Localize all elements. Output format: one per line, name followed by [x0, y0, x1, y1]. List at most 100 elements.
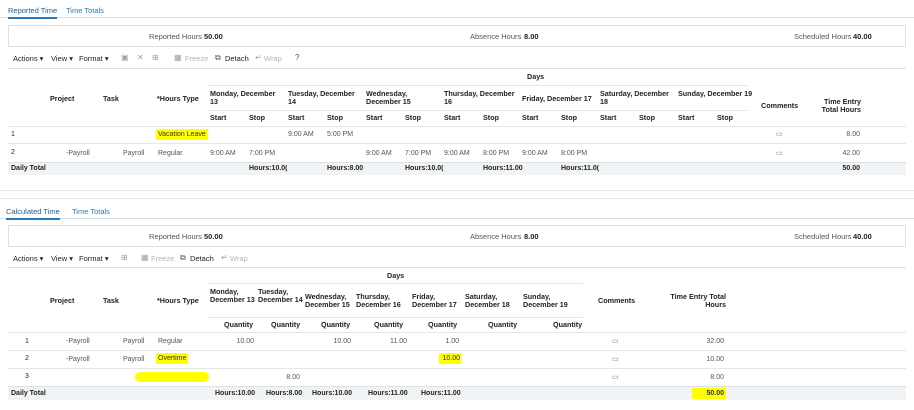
- task-cell[interactable]: Payroll: [123, 338, 144, 345]
- quantity-cell[interactable]: 11.00: [381, 338, 407, 345]
- time-cell[interactable]: 5:00 PM: [327, 131, 353, 138]
- top-toolbar: Actions ▾ View ▾ Format ▾ ▣ ✕ ⊞ ▦ Freeze…: [8, 52, 906, 66]
- comment-icon[interactable]: ▭: [612, 373, 619, 381]
- time-cell[interactable]: 7:00 PM: [405, 150, 431, 157]
- hours-type-cell[interactable]: Regular: [158, 150, 183, 157]
- wrap-button[interactable]: Wrap: [230, 254, 248, 263]
- tab-time-totals[interactable]: Time Totals: [66, 6, 104, 15]
- time-cell[interactable]: 9:00 AM: [444, 150, 470, 157]
- absence-hours-label: Absence Hours: [470, 232, 522, 241]
- row-number: 1: [25, 338, 29, 345]
- stop-header: Stop: [561, 113, 577, 122]
- day-header-thu: Thursday, December 16: [356, 292, 401, 309]
- hours-type-cell[interactable]: Vacation Leave: [156, 129, 208, 140]
- quantity-cell[interactable]: 10.00: [228, 338, 254, 345]
- quantity-cell[interactable]: 8.00: [274, 374, 300, 381]
- delete-icon[interactable]: ✕: [137, 53, 144, 62]
- tab-time-totals-bottom[interactable]: Time Totals: [72, 207, 110, 216]
- scheduled-hours-label: Scheduled Hours: [794, 232, 852, 241]
- day-header-wed: Wednesday, December 15: [305, 292, 350, 309]
- freeze-button[interactable]: Freeze: [185, 54, 208, 63]
- detach-button[interactable]: Detach: [190, 254, 214, 263]
- quantity-header: Quantity: [224, 320, 254, 329]
- view-menu[interactable]: View ▾: [51, 254, 73, 263]
- freeze-icon[interactable]: ▦: [174, 53, 182, 62]
- actions-menu[interactable]: Actions ▾: [13, 254, 43, 263]
- detach-icon[interactable]: ⧉: [215, 53, 221, 63]
- format-menu[interactable]: Format ▾: [79, 54, 109, 63]
- row-total: 8.00: [846, 131, 860, 138]
- columns-icon[interactable]: ⊞: [152, 53, 159, 62]
- time-cell[interactable]: 9:00 AM: [522, 150, 548, 157]
- quantity-header: Quantity: [321, 320, 351, 329]
- daily-total-value: Hours:10.00: [215, 390, 256, 397]
- tab-calculated-time[interactable]: Calculated Time: [6, 207, 60, 220]
- day-header-tue: Tuesday, December 14: [258, 287, 303, 304]
- daily-total-value: Hours:11.00: [421, 390, 461, 397]
- reported-hours-label: Reported Hours: [149, 32, 202, 41]
- actions-menu[interactable]: Actions ▾: [13, 54, 43, 63]
- day-header-sat: Saturday, December 18: [600, 89, 669, 106]
- quantity-cell[interactable]: 1.00: [433, 338, 459, 345]
- freeze-icon[interactable]: ▦: [141, 253, 149, 262]
- project-cell[interactable]: -Payroll: [66, 356, 90, 363]
- wrap-icon[interactable]: ↵: [221, 253, 228, 262]
- row-number: 2: [25, 355, 29, 362]
- absence-hours-value: 8.00: [524, 32, 539, 41]
- daily-total-value: Hours:11.0(: [561, 165, 599, 172]
- comment-icon[interactable]: ▭: [776, 130, 783, 138]
- quantity-cell[interactable]: 10.00: [439, 353, 461, 364]
- day-header-sun: Sunday, December 19: [678, 89, 753, 98]
- time-cell[interactable]: 9:00 AM: [366, 150, 392, 157]
- row-number: 3: [25, 373, 29, 380]
- total-hours-header: Time Entry Total Hours: [821, 97, 861, 114]
- row-total: 10.00: [706, 356, 724, 363]
- stop-header: Stop: [483, 113, 499, 122]
- hours-type-cell[interactable]: Overtime: [156, 353, 189, 364]
- view-menu[interactable]: View ▾: [51, 54, 73, 63]
- wrap-icon[interactable]: ↵: [255, 53, 262, 62]
- project-cell[interactable]: -Payroll: [66, 338, 90, 345]
- stop-header: Stop: [639, 113, 655, 122]
- help-icon[interactable]: ?: [295, 53, 299, 62]
- hours-type-header: *Hours Type: [157, 296, 199, 305]
- quantity-header: Quantity: [374, 320, 404, 329]
- quantity-header: Quantity: [553, 320, 583, 329]
- start-header: Start: [444, 113, 461, 122]
- task-cell[interactable]: Payroll: [123, 356, 144, 363]
- time-cell[interactable]: 9:00 AM: [210, 150, 236, 157]
- day-header-sun: Sunday, December 19: [523, 292, 568, 309]
- time-cell[interactable]: 8:00 PM: [561, 150, 587, 157]
- time-cell[interactable]: 7:00 PM: [249, 150, 275, 157]
- daily-total-row: Daily Total Hours:10.0( Hours:8.00 Hours…: [8, 162, 906, 175]
- start-header: Start: [366, 113, 383, 122]
- daily-total-label: Daily Total: [11, 165, 46, 172]
- time-cell[interactable]: 8:00 PM: [483, 150, 509, 157]
- total-hours-header: Time Entry Total Hours: [670, 292, 726, 309]
- detach-icon[interactable]: ⧉: [180, 253, 186, 263]
- project-cell[interactable]: -Payroll: [66, 150, 90, 157]
- days-header: Days: [387, 271, 405, 280]
- wrap-button[interactable]: Wrap: [264, 54, 282, 63]
- start-header: Start: [288, 113, 305, 122]
- reported-hours-label: Reported Hours: [149, 232, 202, 241]
- comment-icon[interactable]: ▭: [612, 355, 619, 363]
- detach-button[interactable]: Detach: [225, 54, 249, 63]
- columns-icon[interactable]: ⊞: [121, 253, 128, 262]
- format-menu[interactable]: Format ▾: [79, 254, 109, 263]
- days-header: Days: [527, 72, 545, 81]
- task-cell[interactable]: Payroll: [123, 150, 144, 157]
- freeze-button[interactable]: Freeze: [151, 254, 174, 263]
- absence-hours-value: 8.00: [524, 232, 539, 241]
- tab-reported-time[interactable]: Reported Time: [8, 6, 58, 19]
- day-header-mon: Monday, December 13: [210, 287, 255, 304]
- comment-icon[interactable]: ▭: [612, 337, 619, 345]
- stop-header: Stop: [249, 113, 265, 122]
- quantity-header: Quantity: [488, 320, 518, 329]
- comment-icon[interactable]: ▭: [776, 149, 783, 157]
- time-cell[interactable]: 9:00 AM: [288, 131, 314, 138]
- save-icon[interactable]: ▣: [121, 53, 129, 62]
- hours-type-cell[interactable]: Regular: [158, 338, 183, 345]
- quantity-cell[interactable]: 10.00: [325, 338, 351, 345]
- start-header: Start: [210, 113, 227, 122]
